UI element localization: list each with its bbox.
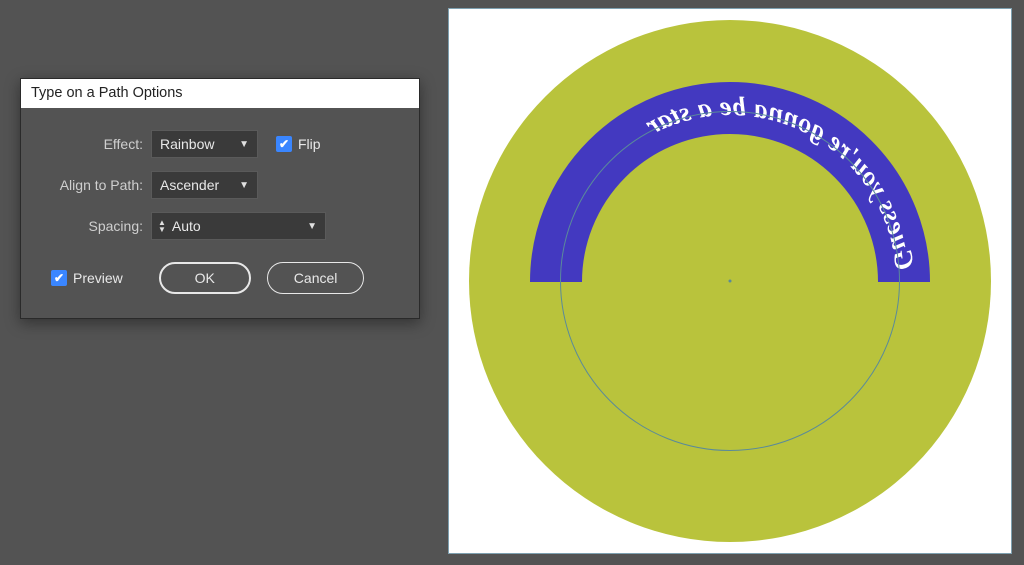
spacing-value: Auto [172, 218, 301, 234]
effect-label: Effect: [41, 136, 151, 152]
dialog-title: Type on a Path Options [21, 79, 419, 108]
flip-checkbox-wrap[interactable]: ✔ Flip [276, 136, 321, 152]
ok-button[interactable]: OK [159, 262, 251, 294]
preview-checkbox[interactable]: ✔ [51, 270, 67, 286]
dialog-actions: ✔ Preview OK Cancel [41, 262, 399, 294]
flip-checkbox[interactable]: ✔ [276, 136, 292, 152]
align-row: Align to Path: Ascender ▼ [41, 171, 399, 199]
effect-row: Effect: Rainbow ▼ ✔ Flip [41, 130, 399, 158]
chevron-down-icon: ▼ [307, 221, 317, 232]
dialog-body: Effect: Rainbow ▼ ✔ Flip Align to Path: … [21, 108, 419, 318]
center-point-icon [729, 280, 732, 283]
align-value: Ascender [160, 177, 219, 193]
align-label: Align to Path: [41, 177, 151, 193]
preview-checkbox-wrap[interactable]: ✔ Preview [51, 270, 123, 286]
effect-value: Rainbow [160, 136, 214, 152]
spacing-label: Spacing: [41, 218, 151, 234]
spacing-row: Spacing: ▲ ▼ Auto ▼ [41, 212, 399, 240]
stepper-down-icon[interactable]: ▼ [158, 226, 166, 233]
type-on-path-options-dialog: Type on a Path Options Effect: Rainbow ▼… [20, 78, 420, 319]
preview-label: Preview [73, 270, 123, 286]
chevron-down-icon: ▼ [239, 180, 249, 191]
spacing-stepper[interactable]: ▲ ▼ [154, 219, 172, 233]
align-select[interactable]: Ascender ▼ [151, 171, 258, 199]
spacing-select[interactable]: ▲ ▼ Auto ▼ [151, 212, 326, 240]
cancel-button[interactable]: Cancel [267, 262, 365, 294]
artboard: Guess you're gonna be a star [448, 8, 1012, 554]
effect-select[interactable]: Rainbow ▼ [151, 130, 258, 158]
flip-label: Flip [298, 136, 321, 152]
chevron-down-icon: ▼ [239, 139, 249, 150]
